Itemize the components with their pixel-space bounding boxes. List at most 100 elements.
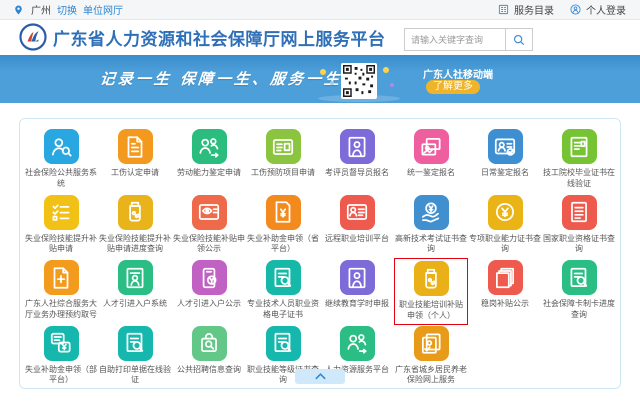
service-item[interactable]: 失业补助金申领（省平台） xyxy=(246,193,320,259)
service-label: 高新技术考试证书查询 xyxy=(395,234,467,255)
service-label: 职业技能培训补贴申领（个人） xyxy=(396,300,466,321)
coin-icon xyxy=(488,195,523,230)
service-label: 失业保险技能提升补贴申请 xyxy=(25,234,97,255)
service-label: 公共招聘信息查询 xyxy=(177,365,241,376)
service-item-content: 考评员督导员报名 xyxy=(324,127,390,182)
site-logo xyxy=(19,23,47,51)
qr-code xyxy=(341,63,377,99)
service-item-content: 国家职业资格证书查询 xyxy=(542,193,616,258)
service-item-content: 人才引进入户系统 xyxy=(102,258,168,313)
service-label: 自助打印单据在线验证 xyxy=(99,365,171,386)
service-item[interactable]: 职业技能培训补贴申领（个人） xyxy=(394,258,468,324)
bag-search-icon xyxy=(192,326,227,361)
decor-dot xyxy=(390,83,394,87)
service-item[interactable]: 远程职业培训平台 xyxy=(320,193,394,259)
service-item-content: 人才引进入户公示 xyxy=(176,258,242,313)
service-item[interactable]: 失业补助金申领（部平台） xyxy=(24,324,98,390)
person-door-icon xyxy=(340,129,375,164)
service-item[interactable]: 广东省城乡居民养老保险网上服务 xyxy=(394,324,468,390)
service-item[interactable]: 专项职业能力证书查询 xyxy=(468,193,542,259)
service-item[interactable]: 国家职业资格证书查询 xyxy=(542,193,616,259)
service-item-content: 广东人社综合服务大厅业务办理预约取号 xyxy=(24,258,98,323)
service-label: 技工院校毕业证书在线验证 xyxy=(543,168,615,189)
service-item[interactable]: 日常鉴定报名 xyxy=(468,127,542,193)
service-label: 人才引进入户公示 xyxy=(177,299,241,310)
service-item-content: 稳岗补贴公示 xyxy=(480,258,530,313)
service-item-content: 日常鉴定报名 xyxy=(480,127,530,182)
service-label: 失业保险技能补贴申领公示 xyxy=(173,234,245,255)
service-item[interactable]: 稳岗补贴公示 xyxy=(468,258,542,324)
service-item[interactable]: 工伤认定申请 xyxy=(98,127,172,193)
service-item-content: 失业补助金申领（省平台） xyxy=(246,193,320,258)
service-item[interactable]: 广东人社综合服务大厅业务办理预约取号 xyxy=(24,258,98,324)
checklist-icon xyxy=(44,195,79,230)
learn-more-button[interactable]: 了解更多 xyxy=(426,80,480,94)
service-item[interactable]: 自助打印单据在线验证 xyxy=(98,324,172,390)
personal-login-button[interactable]: 个人登录 xyxy=(570,2,626,17)
search-input[interactable] xyxy=(405,29,505,50)
service-item[interactable]: 统一鉴定报名 xyxy=(394,127,468,193)
service-item[interactable]: 继续教育学时申报 xyxy=(320,258,394,324)
service-item-content: 专项职业能力证书查询 xyxy=(468,193,542,258)
service-item[interactable]: 失业保险技能提升补贴申请 xyxy=(24,193,98,259)
doc-search-icon xyxy=(562,260,597,295)
card-badge-icon xyxy=(488,129,523,164)
service-item[interactable]: 专业技术人员职业资格电子证书 xyxy=(246,258,320,324)
decor-dot xyxy=(383,67,389,73)
service-item[interactable]: 人才引进入户公示 xyxy=(172,258,246,324)
service-item-content: 工伤预防项目申请 xyxy=(250,127,316,182)
people-transfer-icon xyxy=(340,326,375,361)
service-label: 广东人社综合服务大厅业务办理预约取号 xyxy=(25,299,97,320)
service-item[interactable]: 工伤预防项目申请 xyxy=(246,127,320,193)
top-bar: 广州 切换 单位网厅 服务目录 个人登录 xyxy=(0,0,640,20)
service-item-content: 继续教育学时申报 xyxy=(324,258,390,313)
hand-coin-icon xyxy=(414,195,449,230)
service-item[interactable]: 技工院校毕业证书在线验证 xyxy=(542,127,616,193)
id-card-icon xyxy=(266,129,301,164)
page-title: 广东省人力资源和社会保障厅网上服务平台 xyxy=(53,20,386,55)
service-item[interactable]: 人才引进入户系统 xyxy=(98,258,172,324)
service-item[interactable]: 公共招聘信息查询 xyxy=(172,324,246,390)
service-label: 失业补助金申领（省平台） xyxy=(247,234,319,255)
search-button[interactable] xyxy=(505,29,532,50)
service-item[interactable]: 考评员督导员报名 xyxy=(320,127,394,193)
collapse-button[interactable] xyxy=(295,369,345,384)
certificate-icon xyxy=(562,129,597,164)
service-item[interactable]: 社会保障卡制卡进度查询 xyxy=(542,258,616,324)
mobile-app-label: 广东人社移动端 xyxy=(423,66,493,81)
doc-stack-icon xyxy=(488,260,523,295)
decor-dot xyxy=(330,81,334,85)
service-label: 统一鉴定报名 xyxy=(407,168,455,179)
service-item-content: 失业保险技能提升补贴申请 xyxy=(24,193,98,258)
person-search-icon xyxy=(44,129,79,164)
service-item-content: 失业保险技能补贴申领公示 xyxy=(172,193,246,258)
service-item[interactable]: 劳动能力鉴定申请 xyxy=(172,127,246,193)
banner-slogan: 记录一生 保障一生、服务一生 xyxy=(99,68,343,89)
service-label: 国家职业资格证书查询 xyxy=(543,234,615,255)
service-item-content: 技工院校毕业证书在线验证 xyxy=(542,127,616,192)
photos-icon xyxy=(414,129,449,164)
service-item[interactable]: 失业保险技能补贴申领公示 xyxy=(172,193,246,259)
service-item-content: 广东省城乡居民养老保险网上服务 xyxy=(394,324,468,389)
city-selector[interactable]: 广州 xyxy=(31,2,51,17)
promo-banner: 记录一生 保障一生、服务一生 广东人社移动端 了解更多 xyxy=(0,55,640,103)
doc-plus-icon xyxy=(44,260,79,295)
phone-money-icon xyxy=(192,260,227,295)
service-item[interactable]: 社会保险公共服务系统 xyxy=(24,127,98,193)
people-transfer-icon xyxy=(192,129,227,164)
unit-hall-link[interactable]: 单位网厅 xyxy=(83,2,123,17)
person-door-icon xyxy=(340,260,375,295)
service-label: 社会保险公共服务系统 xyxy=(25,168,97,189)
service-item[interactable]: 失业保险技能提升补贴申请进度查询 xyxy=(98,193,172,259)
service-item-content: 失业保险技能提升补贴申请进度查询 xyxy=(98,193,172,258)
switch-city-link[interactable]: 切换 xyxy=(57,2,77,17)
service-directory-button[interactable]: 服务目录 xyxy=(498,2,554,17)
service-item[interactable]: 高新技术考试证书查询 xyxy=(394,193,468,259)
user-icon xyxy=(570,4,581,15)
service-item-content: 专业技术人员职业资格电子证书 xyxy=(246,258,320,323)
service-label: 考评员督导员报名 xyxy=(325,168,389,179)
service-item-content: 劳动能力鉴定申请 xyxy=(176,127,242,182)
service-item-content: 工伤认定申请 xyxy=(110,127,160,182)
service-label: 社会保障卡制卡进度查询 xyxy=(543,299,615,320)
service-item-content: 高新技术考试证书查询 xyxy=(394,193,468,258)
